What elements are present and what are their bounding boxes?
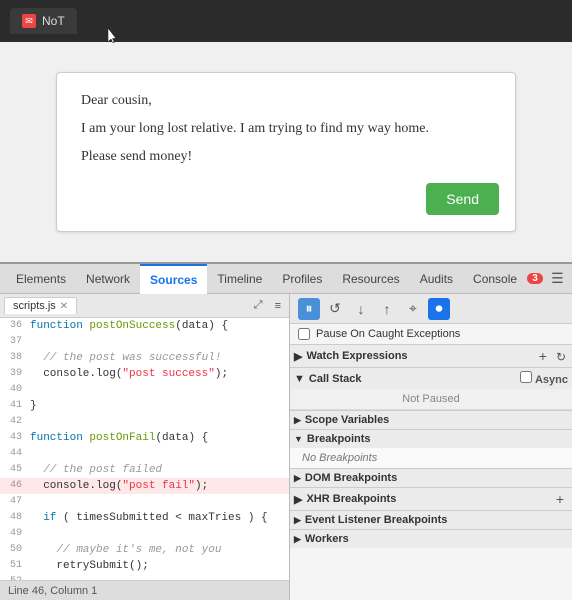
tab-resources[interactable]: Resources — [332, 264, 409, 294]
code-line: 43 function postOnFail(data) { — [0, 430, 289, 446]
code-line: 51 retrySubmit(); — [0, 558, 289, 574]
breakpoints-triangle: ▼ — [294, 434, 303, 444]
debug-toolbar: ⏸ ↺ ↓ ↑ ⌖ ⏺ — [290, 294, 572, 324]
no-breakpoints-text: No Breakpoints — [290, 448, 572, 468]
code-line: 36 function postOnSuccess(data) { — [0, 318, 289, 334]
code-line: 48 if ( timesSubmitted < maxTries ) { — [0, 510, 289, 526]
breakpoints-label: Breakpoints — [307, 433, 371, 445]
workers-section[interactable]: ▶ Workers — [290, 529, 572, 548]
code-line: 37 — [0, 334, 289, 350]
pause-caught-exceptions-row: Pause On Caught Exceptions — [290, 324, 572, 344]
deactivate-breakpoints-button[interactable]: ⌖ — [402, 298, 424, 320]
xhr-breakpoints-label: XHR Breakpoints — [306, 493, 396, 505]
scope-variables-triangle: ▶ — [294, 415, 301, 426]
xhr-breakpoints-section[interactable]: ▶ XHR Breakpoints + — [290, 487, 572, 510]
tab-console[interactable]: Console — [463, 264, 527, 294]
browser-tab-bar: ✉ NoT — [0, 0, 572, 42]
code-line: 45 // the post failed — [0, 462, 289, 478]
async-checkbox[interactable] — [520, 371, 532, 383]
event-listener-triangle: ▶ — [294, 515, 301, 526]
event-listener-label: Event Listener Breakpoints — [305, 514, 447, 526]
scope-variables-label: Scope Variables — [305, 414, 389, 426]
code-line: 39 console.log("post success"); — [0, 366, 289, 382]
status-bar: Line 46, Column 1 — [0, 580, 289, 600]
tab-elements[interactable]: Elements — [6, 264, 76, 294]
source-tabs-bar: scripts.js ✕ ⤢ ≡ — [0, 294, 289, 318]
source-panel: scripts.js ✕ ⤢ ≡ 36 function postOnSucce… — [0, 294, 290, 600]
email-line-3: Please send money! — [81, 149, 491, 165]
tab-network[interactable]: Network — [76, 264, 140, 294]
xhr-breakpoints-triangle: ▶ — [294, 493, 302, 506]
browser-tab[interactable]: ✉ NoT — [10, 8, 77, 34]
code-line: 50 // maybe it's me, not you — [0, 542, 289, 558]
step-into-button[interactable]: ↓ — [350, 298, 372, 320]
tab-favicon-icon: ✉ — [22, 14, 36, 28]
call-stack-triangle: ▼ — [294, 373, 305, 385]
step-over-button[interactable]: ↺ — [324, 298, 346, 320]
send-button[interactable]: Send — [426, 183, 499, 215]
tab-sources[interactable]: Sources — [140, 264, 207, 294]
page-content-area: Dear cousin, I am your long lost relativ… — [0, 42, 572, 262]
not-paused-text: Not Paused — [290, 389, 572, 410]
email-line-1: Dear cousin, — [81, 93, 491, 109]
add-watch-button[interactable]: + — [535, 348, 551, 364]
tab-timeline[interactable]: Timeline — [207, 264, 272, 294]
code-line: 49 — [0, 526, 289, 542]
devtools-main: scripts.js ✕ ⤢ ≡ 36 function postOnSucce… — [0, 294, 572, 600]
email-line-2: I am your long lost relative. I am tryin… — [81, 121, 491, 137]
email-box: Dear cousin, I am your long lost relativ… — [56, 72, 516, 232]
code-area[interactable]: 36 function postOnSuccess(data) { 37 38 … — [0, 318, 289, 580]
code-line-highlighted: 46 console.log("post fail"); — [0, 478, 289, 494]
tab-audits[interactable]: Audits — [410, 264, 463, 294]
dom-breakpoints-triangle: ▶ — [294, 473, 301, 484]
dom-breakpoints-label: DOM Breakpoints — [305, 472, 397, 484]
workers-label: Workers — [305, 533, 349, 545]
source-file-label: scripts.js — [13, 300, 56, 312]
devtools-tab-bar: Elements Network Sources Timeline Profil… — [0, 264, 572, 294]
code-line: 44 — [0, 446, 289, 462]
code-line: 38 // the post was successful! — [0, 350, 289, 366]
event-listener-section[interactable]: ▶ Event Listener Breakpoints — [290, 510, 572, 529]
async-label: Async — [535, 374, 568, 386]
call-stack-label: Call Stack — [309, 373, 362, 385]
scope-variables-section[interactable]: ▶ Scope Variables — [290, 410, 572, 429]
watch-expressions-section[interactable]: ▶ Watch Expressions + ↻ — [290, 344, 572, 367]
pause-on-exceptions-button[interactable]: ⏺ — [428, 298, 450, 320]
tab-profiles[interactable]: Profiles — [272, 264, 332, 294]
watch-expressions-label: Watch Expressions — [306, 350, 407, 362]
source-tab-icons: ⤢ ≡ — [250, 297, 285, 314]
filter-icon[interactable]: ☰ — [547, 268, 568, 289]
close-file-icon[interactable]: ✕ — [60, 301, 68, 312]
watch-expressions-triangle: ▶ — [294, 350, 302, 363]
call-stack-section[interactable]: ▼ Call Stack Async — [290, 367, 572, 389]
code-line: 47 — [0, 494, 289, 510]
source-expand-icon[interactable]: ⤢ — [250, 297, 267, 314]
pause-button[interactable]: ⏸ — [298, 298, 320, 320]
source-file-tab[interactable]: scripts.js ✕ — [4, 297, 77, 314]
code-line: 40 — [0, 382, 289, 398]
status-text: Line 46, Column 1 — [8, 585, 97, 597]
tab-title: NoT — [42, 14, 65, 28]
add-xhr-breakpoint-button[interactable]: + — [552, 491, 568, 507]
error-badge: 3 — [527, 273, 543, 284]
step-out-button[interactable]: ↑ — [376, 298, 398, 320]
code-line: 41 } — [0, 398, 289, 414]
refresh-watch-button[interactable]: ↻ — [554, 350, 568, 364]
dom-breakpoints-section[interactable]: ▶ DOM Breakpoints — [290, 468, 572, 487]
breakpoints-section[interactable]: ▼ Breakpoints — [290, 429, 572, 448]
source-menu-icon[interactable]: ≡ — [271, 297, 285, 314]
devtools-panel: Elements Network Sources Timeline Profil… — [0, 262, 572, 600]
workers-triangle: ▶ — [294, 534, 301, 545]
code-line: 42 — [0, 414, 289, 430]
pause-caught-exceptions-checkbox[interactable] — [298, 328, 310, 340]
debug-panel: ⏸ ↺ ↓ ↑ ⌖ ⏺ Pause On Caught Exceptions ▶… — [290, 294, 572, 600]
pause-caught-exceptions-label: Pause On Caught Exceptions — [316, 328, 460, 340]
devtools-tab-icons: 3 ☰ ⚙ ◱ ✕ — [527, 268, 572, 289]
